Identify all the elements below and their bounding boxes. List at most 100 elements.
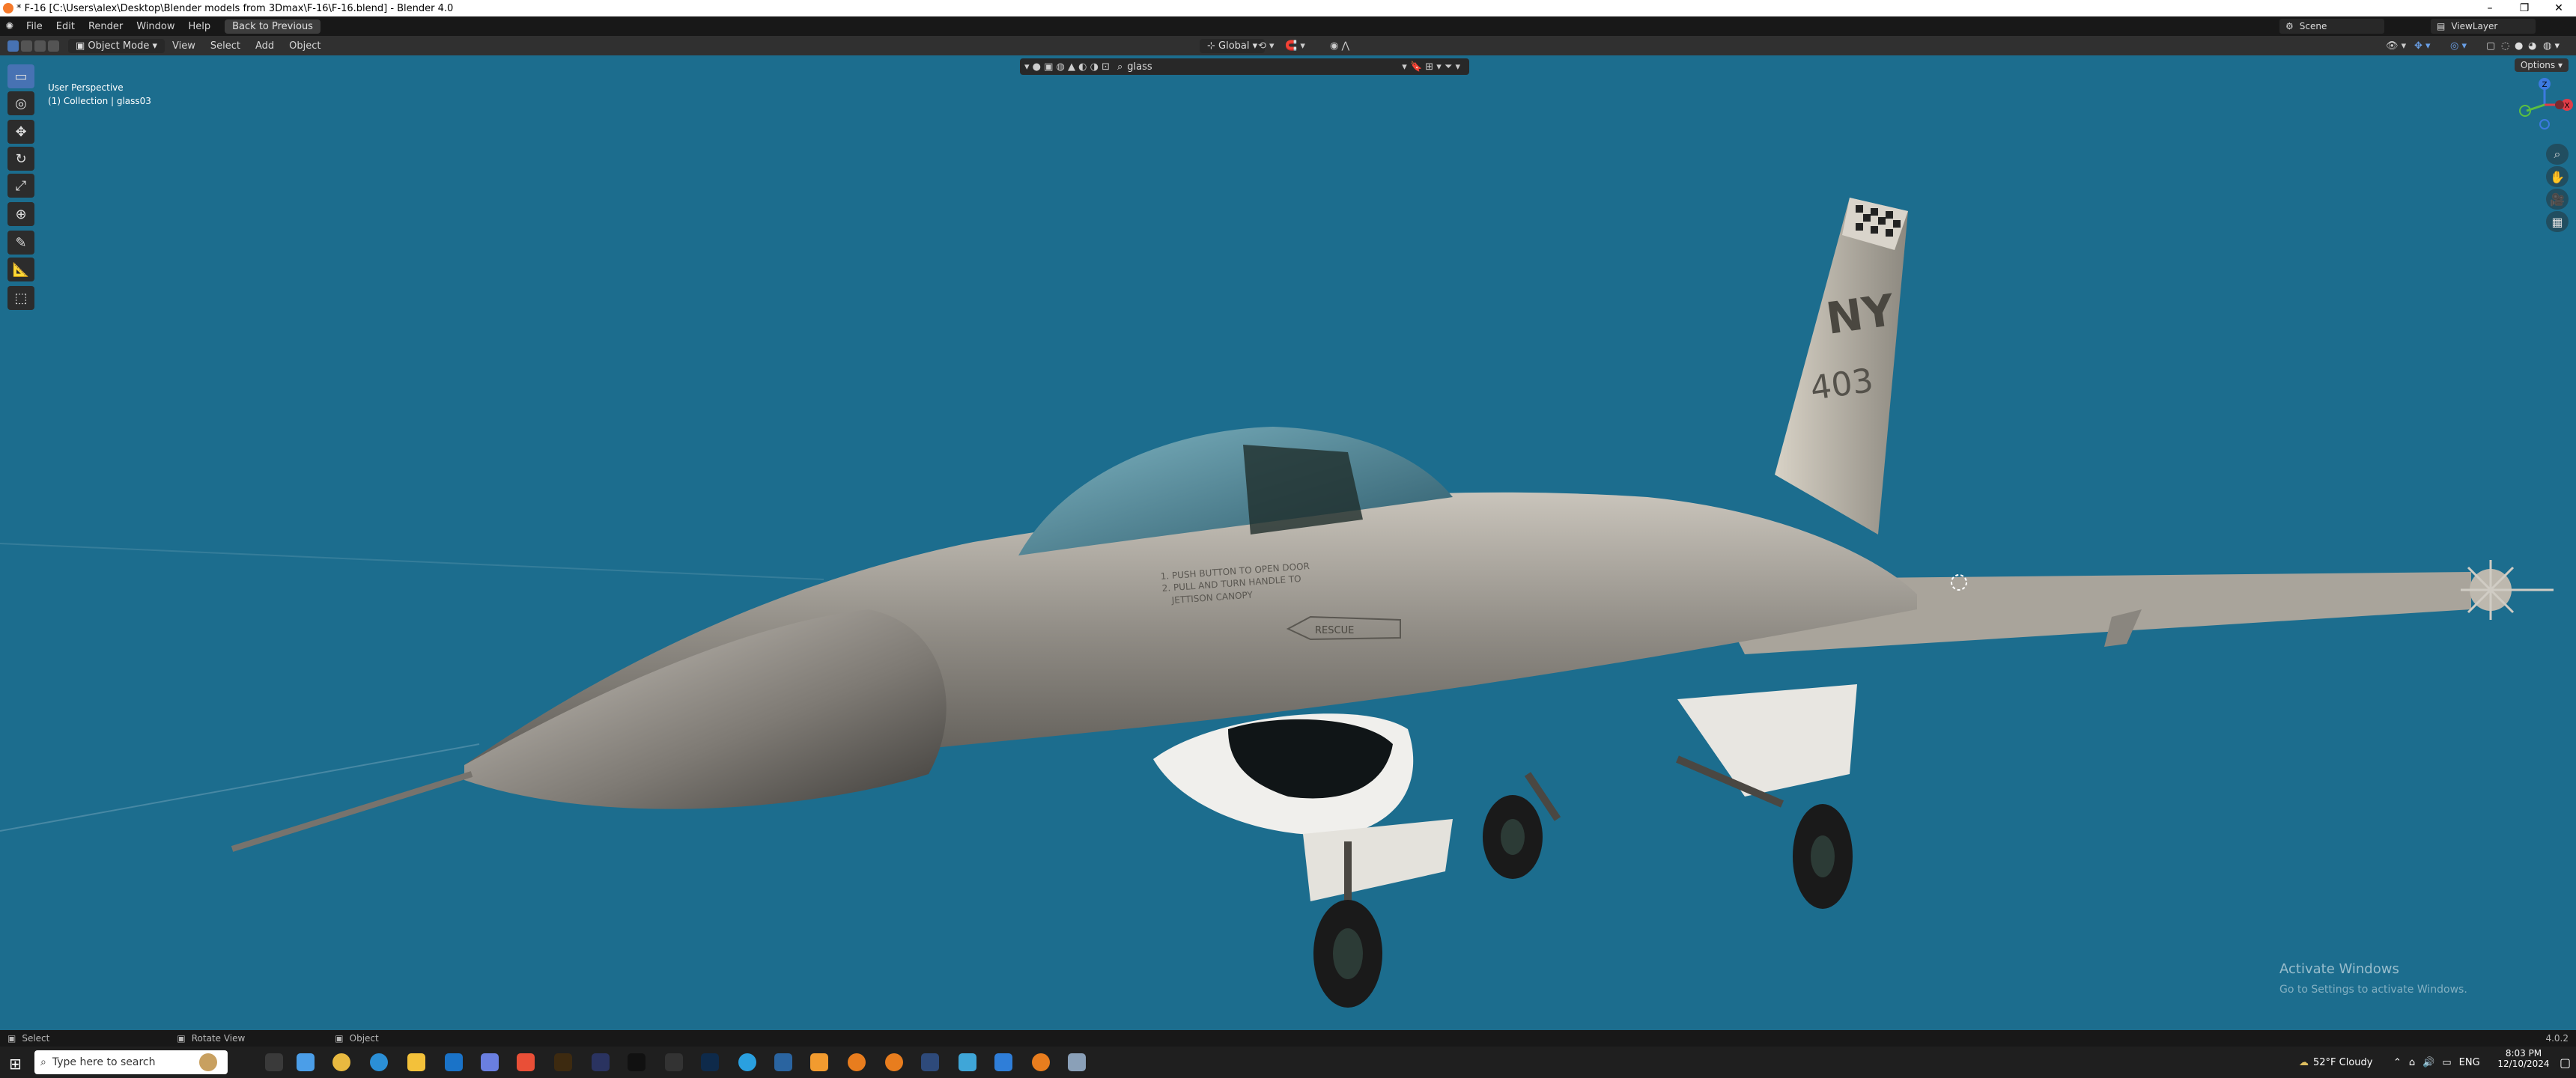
speed-brake[interactable] <box>1677 684 1857 797</box>
shading-rendered-icon[interactable]: ◍ ▾ <box>2543 40 2560 52</box>
volume-icon[interactable]: 🔊 <box>2422 1057 2434 1068</box>
chevron-down-icon: ▾ <box>1252 40 1258 52</box>
window-title: * F-16 [C:\Users\alex\Desktop\Blender mo… <box>16 2 454 14</box>
mode-label: Object Mode <box>88 40 150 52</box>
scene-selector[interactable]: ⚙ Scene <box>2279 19 2384 34</box>
mode-dropdown[interactable]: ▣ Object Mode ▾ <box>68 38 165 53</box>
clock-time: 8:03 PM <box>2505 1048 2542 1059</box>
right-main-hub <box>1811 835 1835 877</box>
missile-fins <box>2461 560 2554 620</box>
view-layer-icon: ▤ <box>2437 21 2446 31</box>
shading-solid-icon[interactable]: ● <box>2515 40 2523 52</box>
orientation-icon: ⊹ <box>1207 40 1219 52</box>
pitot-probe[interactable] <box>231 771 473 852</box>
taskbar-search-placeholder: Type here to search <box>52 1056 156 1068</box>
xray-icon[interactable]: ▢ <box>2486 40 2495 52</box>
app-icon[interactable] <box>592 1053 610 1071</box>
editor-type-icon[interactable] <box>7 40 19 52</box>
3d-viewport[interactable]: ▾ ● ▣ ◍ ▲ ◐ ◑ ⊡ ⌕ glass ▾ 🔖 ⊞ ▾ ⏷ ▾ User… <box>0 55 2576 1030</box>
view-layer-selector[interactable]: ▤ ViewLayer <box>2431 19 2536 34</box>
blender-version: 4.0.2 <box>2545 1033 2569 1044</box>
tail-code: NY <box>1823 284 1898 344</box>
app-icon[interactable] <box>959 1053 976 1071</box>
select-mode-extend-icon[interactable] <box>34 40 46 52</box>
mouse-middle-icon: ▣ <box>177 1033 186 1044</box>
maximize-button[interactable]: ❐ <box>2507 0 2542 16</box>
f16-model[interactable]: NY 403 1. PUSH BUTTON TO OPEN DOOR 2. PU… <box>0 55 2576 1030</box>
app-icon[interactable] <box>517 1053 535 1071</box>
blender-active-icon[interactable] <box>1032 1053 1050 1071</box>
app-icon[interactable] <box>810 1053 828 1071</box>
search-icon: ⌕ <box>40 1056 46 1068</box>
chevron-down-icon: ▾ <box>152 40 157 52</box>
chrome-icon[interactable] <box>332 1053 350 1071</box>
app-icon[interactable] <box>665 1053 683 1071</box>
app-icon[interactable] <box>1068 1053 1086 1071</box>
header-menu-object[interactable]: Object <box>282 40 328 52</box>
select-mode-set-icon[interactable] <box>21 40 32 52</box>
status-bar: ▣ Select ▣ Rotate View ▣ Object 4.0.2 <box>0 1030 2576 1047</box>
close-button[interactable]: ✕ <box>2542 0 2576 16</box>
app-icon[interactable] <box>628 1053 645 1071</box>
guide-line <box>0 543 824 580</box>
minimize-button[interactable]: – <box>2473 0 2507 16</box>
edge-icon[interactable] <box>370 1053 388 1071</box>
blender-icon[interactable] <box>885 1053 903 1071</box>
app-icon[interactable] <box>921 1053 939 1071</box>
view-layer-name: ViewLayer <box>2451 21 2498 31</box>
clock[interactable]: 8:03 PM 12/10/2024 <box>2494 1048 2554 1069</box>
overlay-toggle-icon[interactable]: ◎ ▾ <box>2450 40 2467 52</box>
pivot-icon[interactable]: ⟲ ▾ <box>1258 40 1275 52</box>
ejection-seat <box>1243 445 1363 535</box>
scene-icon: ⚙ <box>2285 21 2294 31</box>
news-icon[interactable] <box>199 1053 217 1071</box>
network-icon[interactable]: ⌂ <box>2409 1057 2415 1068</box>
photoshop-icon[interactable] <box>701 1053 719 1071</box>
orientation-label: Global <box>1218 40 1250 52</box>
visibility-icon[interactable]: 👁 ▾ <box>2386 40 2406 52</box>
app-icon[interactable] <box>994 1053 1012 1071</box>
shading-wireframe-icon[interactable]: ◌ <box>2501 40 2509 52</box>
title-bar: * F-16 [C:\Users\alex\Desktop\Blender mo… <box>0 0 2576 16</box>
battery-icon[interactable]: ▭ <box>2442 1057 2451 1068</box>
blender-window: * F-16 [C:\Users\alex\Desktop\Blender mo… <box>0 0 2576 1078</box>
windows-start-icon[interactable]: ⊞ <box>9 1055 22 1073</box>
settings-icon[interactable] <box>774 1053 792 1071</box>
menu-edit[interactable]: Edit <box>49 21 82 32</box>
menu-file[interactable]: File <box>19 21 49 32</box>
clock-date: 12/10/2024 <box>2497 1059 2550 1069</box>
transform-orientation-dropdown[interactable]: ⊹ Global ▾ <box>1200 38 1266 53</box>
header-menu-add[interactable]: Add <box>248 40 282 52</box>
language-indicator[interactable]: ENG <box>2459 1057 2480 1068</box>
copilot-icon[interactable] <box>297 1053 315 1071</box>
activate-windows-title: Activate Windows <box>2279 961 2399 977</box>
header-menu-select[interactable]: Select <box>203 40 248 52</box>
snap-icon[interactable]: 🧲 ▾ <box>1285 40 1305 52</box>
app-icon[interactable] <box>554 1053 572 1071</box>
back-to-previous-button[interactable]: Back to Previous <box>225 19 321 34</box>
blender-logo-icon <box>3 3 13 13</box>
header-menu-view[interactable]: View <box>165 40 203 52</box>
notification-icon[interactable]: ▢ <box>2560 1056 2571 1070</box>
blender-menu-icon[interactable]: ✺ <box>0 16 19 36</box>
select-mode-subtract-icon[interactable] <box>48 40 59 52</box>
mouse-left-icon: ▣ <box>7 1033 16 1044</box>
status-select: Select <box>22 1033 50 1044</box>
status-rotate: Rotate View <box>191 1033 246 1044</box>
blender-icon[interactable] <box>848 1053 866 1071</box>
messenger-icon[interactable] <box>481 1053 499 1071</box>
task-view-icon[interactable] <box>265 1053 283 1071</box>
chevron-up-icon[interactable]: ⌃ <box>2393 1057 2402 1068</box>
shading-material-icon[interactable]: ◕ <box>2528 40 2536 52</box>
telegram-icon[interactable] <box>738 1053 756 1071</box>
menu-window[interactable]: Window <box>130 21 181 32</box>
weather-widget[interactable]: ☁ 52°F Cloudy <box>2299 1047 2372 1078</box>
menu-render[interactable]: Render <box>82 21 130 32</box>
proportional-edit-icon[interactable]: ◉ ⋀ <box>1330 40 1349 52</box>
gizmo-toggle-icon[interactable]: ✥ ▾ <box>2414 40 2431 52</box>
weather-text: 52°F Cloudy <box>2313 1056 2373 1068</box>
system-tray[interactable]: ⌃ ⌂ 🔊 ▭ ENG <box>2393 1047 2480 1078</box>
outlook-icon[interactable] <box>445 1053 463 1071</box>
menu-help[interactable]: Help <box>182 21 218 32</box>
file-explorer-icon[interactable] <box>407 1053 425 1071</box>
